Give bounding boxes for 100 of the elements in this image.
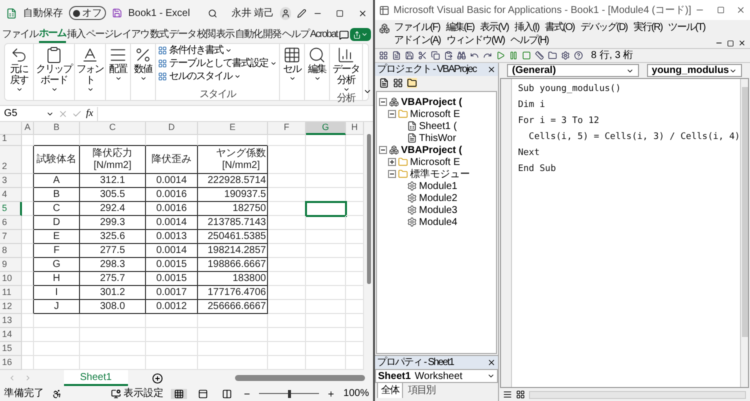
toggle-folders-icon[interactable] bbox=[407, 78, 417, 88]
ribbon-tab[interactable]: 自動化 bbox=[235, 26, 262, 43]
row-header[interactable]: 14 bbox=[0, 328, 22, 342]
alignment-button[interactable]: 配置 bbox=[107, 44, 129, 82]
expand-toggle-icon[interactable] bbox=[379, 146, 387, 154]
save-icon[interactable] bbox=[405, 51, 414, 60]
expand-toggle-icon[interactable] bbox=[388, 110, 396, 118]
restore-icon[interactable] bbox=[727, 40, 734, 46]
tree-item[interactable]: VBAProject ( bbox=[401, 94, 462, 110]
share-button[interactable] bbox=[350, 28, 371, 41]
cell-styles-button[interactable]: セルのスタイル bbox=[158, 70, 277, 83]
grid-cell[interactable] bbox=[22, 146, 34, 174]
ribbon-tab[interactable]: 校閲 bbox=[197, 26, 215, 43]
find-icon[interactable] bbox=[457, 51, 466, 60]
sheet-tab[interactable]: Sheet1 bbox=[64, 370, 128, 386]
row-header[interactable]: 10 bbox=[0, 272, 22, 286]
row-header[interactable]: 6 bbox=[0, 216, 22, 230]
zoom-slider-thumb[interactable] bbox=[288, 390, 292, 398]
redo-icon[interactable] bbox=[483, 51, 492, 60]
number-button[interactable]: 数値 bbox=[132, 44, 154, 82]
properties-tab[interactable]: 全体 bbox=[377, 382, 403, 398]
row-header[interactable]: 3 bbox=[0, 174, 22, 188]
row-header[interactable]: 15 bbox=[0, 342, 22, 356]
tree-item[interactable]: Module2 bbox=[419, 190, 458, 206]
cut-icon[interactable] bbox=[418, 51, 427, 60]
name-box[interactable]: G5 bbox=[4, 106, 54, 121]
grid-cell[interactable] bbox=[22, 272, 34, 286]
collapse-ribbon-icon[interactable] bbox=[363, 87, 372, 96]
maximize-icon[interactable] bbox=[336, 8, 344, 18]
project-explorer-icon[interactable] bbox=[548, 51, 557, 60]
tree-item[interactable]: ThisWor bbox=[419, 130, 456, 146]
menu-item[interactable]: 書式(O) bbox=[544, 21, 574, 34]
undo-icon[interactable] bbox=[470, 51, 479, 60]
procedure-dropdown[interactable]: young_modulus bbox=[646, 64, 742, 77]
column-header[interactable]: B bbox=[34, 122, 80, 135]
row-header[interactable]: 16 bbox=[0, 356, 22, 370]
maximize-icon[interactable] bbox=[716, 6, 724, 14]
next-sheet-icon[interactable] bbox=[24, 374, 32, 382]
grid-cell[interactable] bbox=[22, 244, 34, 258]
object-dropdown[interactable]: Sheet1 Worksheet bbox=[375, 369, 498, 383]
ribbon-tab[interactable]: 開発 bbox=[263, 26, 281, 43]
pen-icon[interactable] bbox=[297, 8, 307, 18]
column-header[interactable]: A bbox=[22, 122, 34, 135]
row-header[interactable]: 8 bbox=[0, 244, 22, 258]
run-icon[interactable] bbox=[496, 51, 505, 60]
view-object-icon[interactable] bbox=[393, 78, 403, 88]
editing-button[interactable]: 編集 bbox=[306, 44, 328, 82]
selected-cell[interactable] bbox=[306, 202, 346, 216]
close-icon[interactable] bbox=[738, 39, 746, 47]
autosave-toggle[interactable]: オフ bbox=[69, 6, 106, 20]
view-code-icon[interactable] bbox=[379, 78, 389, 88]
grid-cell[interactable] bbox=[22, 230, 34, 244]
row-header[interactable]: 13 bbox=[0, 314, 22, 328]
properties-icon[interactable] bbox=[561, 51, 570, 60]
tree-item[interactable]: 標準モジュー bbox=[410, 166, 470, 182]
cells-button[interactable]: セル bbox=[281, 44, 303, 82]
menu-item[interactable]: ウィンドウ(W) bbox=[446, 34, 504, 47]
menu-item[interactable]: 表示(V) bbox=[480, 21, 508, 34]
object-dropdown[interactable]: (General) bbox=[507, 64, 639, 77]
menu-item[interactable]: ファイル(F) bbox=[394, 21, 440, 34]
row-header[interactable]: 7 bbox=[0, 230, 22, 244]
row-header[interactable]: 9 bbox=[0, 258, 22, 272]
copy-icon[interactable] bbox=[431, 51, 440, 60]
close-icon[interactable] bbox=[736, 5, 746, 15]
ribbon-tab[interactable]: 挿入 bbox=[67, 26, 85, 43]
cancel-icon[interactable] bbox=[58, 108, 68, 118]
font-button[interactable]: フォント bbox=[76, 44, 104, 93]
row-header[interactable]: 4 bbox=[0, 188, 22, 202]
row-header[interactable]: 5 bbox=[0, 202, 22, 216]
tree-item[interactable]: VBAProject ( bbox=[401, 142, 462, 158]
tree-item[interactable]: Microsoft E bbox=[410, 106, 460, 122]
menu-item[interactable]: デバッグ(D) bbox=[580, 21, 628, 34]
help-icon[interactable] bbox=[574, 51, 583, 60]
paste-icon[interactable] bbox=[444, 51, 453, 60]
insert-function-button[interactable]: fx bbox=[86, 106, 94, 121]
comment-icon[interactable] bbox=[339, 30, 349, 40]
zoom-in-icon[interactable] bbox=[327, 390, 336, 398]
grid-cell[interactable] bbox=[22, 258, 34, 272]
row-header[interactable]: 1 bbox=[0, 135, 22, 146]
add-sheet-icon[interactable] bbox=[152, 372, 163, 384]
menu-item[interactable]: ツール(T) bbox=[668, 21, 705, 34]
menu-item[interactable]: ヘルプ(H) bbox=[510, 34, 548, 47]
expand-toggle-icon[interactable] bbox=[388, 158, 396, 166]
tree-item[interactable]: Sheet1 ( bbox=[419, 118, 457, 134]
grid-cell[interactable] bbox=[22, 300, 34, 314]
ribbon-tab[interactable]: 表示 bbox=[216, 26, 234, 43]
procedure-view-icon[interactable] bbox=[503, 390, 512, 399]
column-header[interactable]: C bbox=[80, 122, 146, 135]
ribbon-tab[interactable]: ページレイアウ bbox=[86, 26, 149, 43]
column-header[interactable]: D bbox=[146, 122, 198, 135]
menu-item[interactable]: 編集(E) bbox=[446, 21, 474, 34]
column-header[interactable]: E bbox=[198, 122, 268, 135]
row-header[interactable]: 11 bbox=[0, 286, 22, 300]
stop-icon[interactable] bbox=[522, 51, 531, 60]
grid-cell[interactable] bbox=[22, 216, 34, 230]
enter-icon[interactable] bbox=[72, 108, 82, 118]
menu-item[interactable]: 挿入(I) bbox=[514, 21, 539, 34]
search-icon[interactable] bbox=[208, 8, 218, 18]
display-settings-button[interactable]: 表示設定 bbox=[111, 386, 164, 401]
expand-toggle-icon[interactable] bbox=[379, 98, 387, 106]
